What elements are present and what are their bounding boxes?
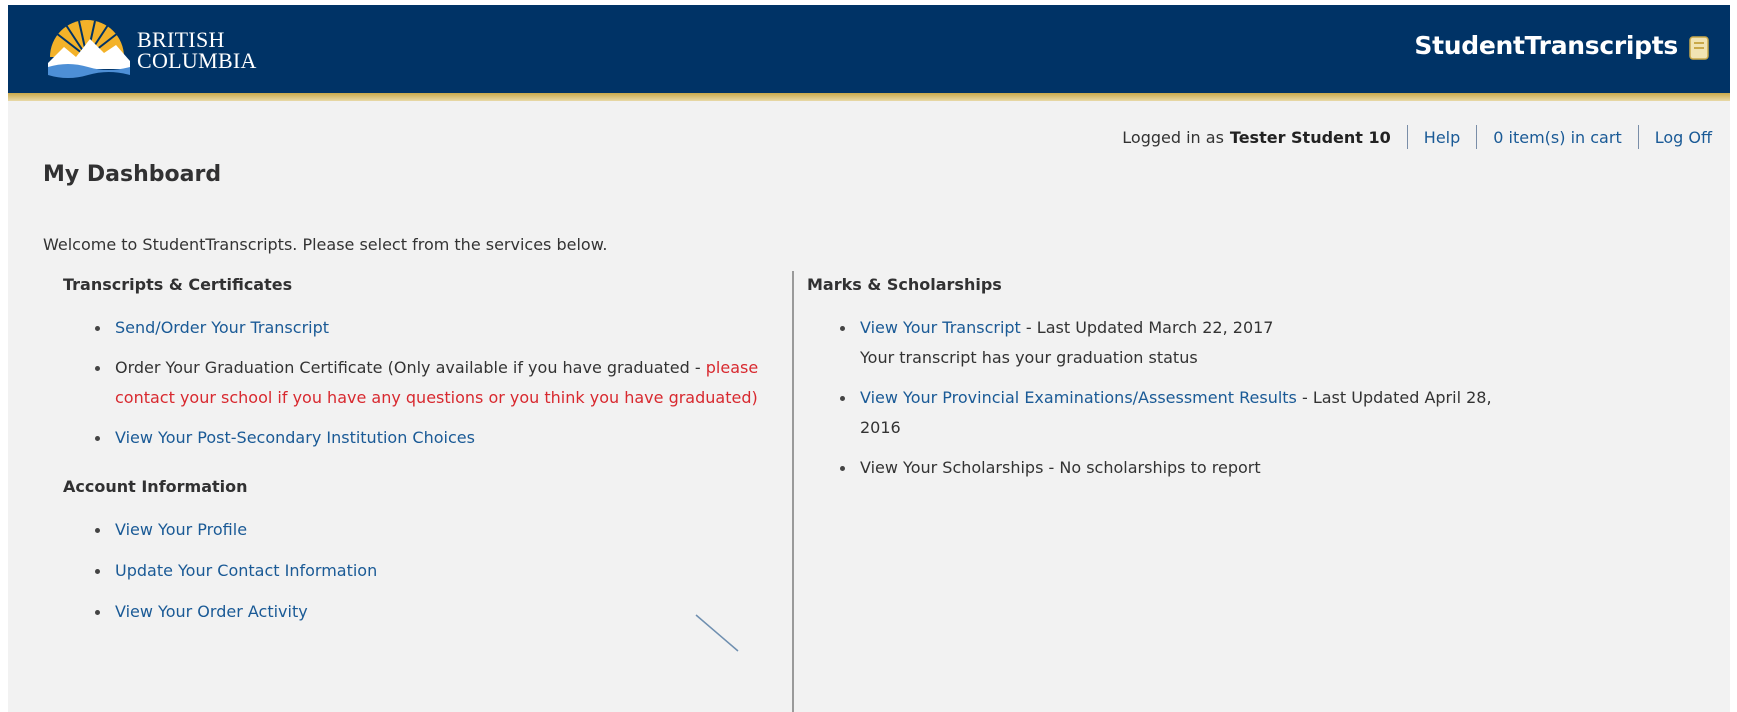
cart-link[interactable]: 0 item(s) in cart (1493, 128, 1621, 147)
graduation-certificate-text: Order Your Graduation Certificate (Only … (115, 358, 706, 377)
logo-line-columbia: COLUMBIA (137, 48, 257, 73)
logged-in-label: Logged in as (1122, 127, 1224, 147)
view-profile-link[interactable]: View Your Profile (115, 520, 247, 539)
list-item: View Your Post-Secondary Institution Cho… (93, 423, 783, 453)
transcript-status-text: Your transcript has your graduation stat… (860, 348, 1198, 367)
list-item: View Your Profile (93, 515, 783, 545)
update-contact-link[interactable]: Update Your Contact Information (115, 561, 377, 580)
view-transcript-link[interactable]: View Your Transcript (860, 318, 1021, 337)
log-off-link[interactable]: Log Off (1655, 128, 1712, 147)
logged-in-username: Tester Student 10 (1229, 127, 1391, 147)
column-divider (792, 271, 794, 712)
help-link[interactable]: Help (1424, 128, 1460, 147)
scroll-document-icon (1689, 36, 1709, 60)
exams-last-updated: - Last Updated April 28, (1296, 388, 1492, 407)
graduation-certificate-warning: please (705, 358, 759, 377)
view-order-activity-link[interactable]: View Your Order Activity (115, 602, 308, 621)
bc-logo-wordmark: BRITISH COLUMBIA (137, 27, 257, 73)
graduation-certificate-warning-cont: contact your school if you have any ques… (115, 388, 758, 407)
logo-line-british: BRITISH (137, 27, 225, 52)
list-item: View Your Scholarships - No scholarships… (838, 453, 1528, 483)
marks-services-list: View Your Transcript - Last Updated Marc… (838, 313, 1528, 483)
post-secondary-choices-link[interactable]: View Your Post-Secondary Institution Cho… (115, 428, 475, 447)
bc-government-logo[interactable]: BRITISH COLUMBIA (44, 17, 284, 81)
transcript-last-updated: - Last Updated March 22, 2017 (1020, 318, 1274, 337)
page-title: My Dashboard (43, 162, 222, 187)
header-bar: BRITISH COLUMBIA StudentTranscripts (8, 5, 1730, 93)
list-item: Update Your Contact Information (93, 556, 783, 586)
view-provincial-exams-link[interactable]: View Your Provincial Examinations/Assess… (860, 388, 1297, 407)
send-order-transcript-link[interactable]: Send/Order Your Transcript (115, 318, 329, 337)
pointer-line (695, 614, 739, 652)
account-services-list: View Your Profile Update Your Contact In… (93, 515, 783, 627)
list-item: View Your Order Activity (93, 597, 783, 627)
list-item: Send/Order Your Transcript (93, 313, 783, 343)
list-item: View Your Transcript - Last Updated Marc… (838, 313, 1528, 373)
app-title[interactable]: StudentTranscripts (1414, 31, 1678, 60)
account-information-heading: Account Information (63, 477, 248, 496)
marks-scholarships-heading: Marks & Scholarships (807, 275, 1002, 294)
header-gold-stripe (8, 93, 1730, 101)
transcripts-services-list: Send/Order Your Transcript Order Your Gr… (93, 313, 783, 453)
scholarships-status-text: View Your Scholarships - No scholarships… (860, 458, 1261, 477)
list-item: View Your Provincial Examinations/Assess… (838, 383, 1528, 443)
user-status-bar: Logged in as Tester Student 10 Help 0 it… (1122, 125, 1712, 149)
userbar-divider (1406, 125, 1408, 149)
list-item: Order Your Graduation Certificate (Only … (93, 353, 783, 413)
userbar-divider (1637, 125, 1639, 149)
bc-sun-mountains-icon (48, 20, 130, 78)
userbar-divider (1476, 125, 1478, 149)
transcripts-certificates-heading: Transcripts & Certificates (63, 275, 293, 294)
welcome-message: Welcome to StudentTranscripts. Please se… (43, 235, 608, 254)
page-frame: BRITISH COLUMBIA StudentTranscripts Logg… (8, 5, 1730, 712)
exams-last-updated-year: 2016 (860, 418, 901, 437)
